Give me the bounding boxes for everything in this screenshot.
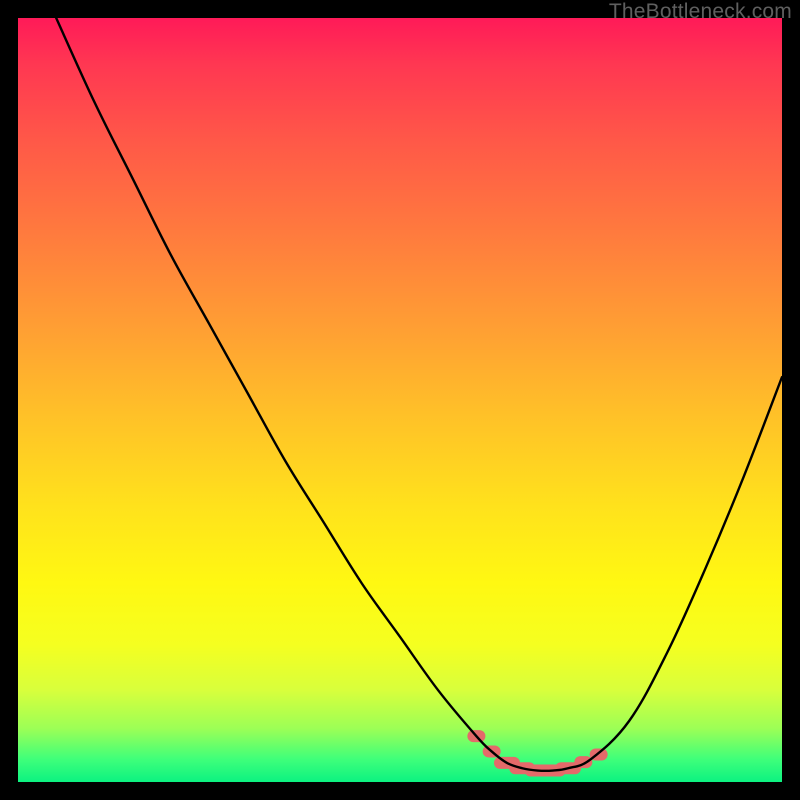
plot-area <box>18 18 782 782</box>
bottleneck-curve <box>56 18 782 771</box>
chart-frame: TheBottleneck.com <box>0 0 800 800</box>
curve-svg <box>18 18 782 782</box>
